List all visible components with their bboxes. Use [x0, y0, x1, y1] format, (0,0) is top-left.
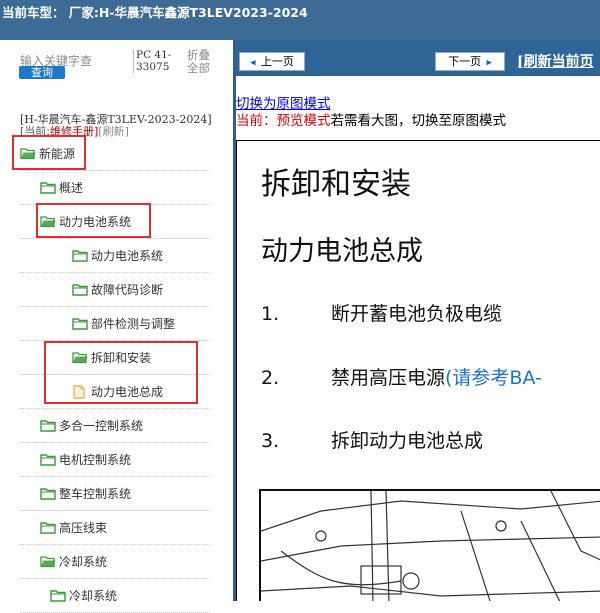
tree-item-label: 部件检测与调整 — [91, 317, 176, 331]
highlight-box-battery-system — [36, 203, 151, 238]
tree-item[interactable]: 概述 — [20, 171, 210, 205]
query-button[interactable]: 查询 — [19, 66, 65, 79]
step-reference-link[interactable]: (请参考BA- — [445, 367, 542, 389]
battery-removal-diagram — [259, 489, 600, 601]
manual-page-preview: 拆卸和安装 动力电池总成 1. 断开蓄电池负极电缆 2. 禁用高压电源(请参考BA-… — [236, 140, 600, 601]
folder-icon — [40, 453, 56, 466]
folder-icon — [40, 181, 56, 194]
tree-item[interactable]: 多合一控制系统 — [20, 409, 210, 443]
step-number: 2. — [261, 367, 280, 389]
tree-item-label: 整车控制系统 — [59, 487, 132, 501]
tree-item-label: 高压线束 — [59, 521, 108, 535]
mode-hint: 若需看大图，切换至原图模式 — [330, 113, 507, 129]
step-item: 2. 禁用高压电源(请参考BA- — [261, 363, 542, 390]
refresh-page-link[interactable]: [刷新当前页 — [517, 51, 594, 71]
current-vehicle-title: 当前车型： 厂家:H-华晨汽车鑫源T3LEV2023-2024 — [2, 5, 308, 20]
step-text: 禁用高压电源 — [331, 367, 446, 389]
tree-item[interactable]: 动力电池系统 — [20, 239, 210, 273]
mode-name: 预览模式 — [276, 113, 331, 129]
page-nav-bar: ◀ 上一页 下一页 ▶ [刷新当前页 — [236, 40, 600, 76]
prev-arrow-icon: ◀ — [250, 58, 261, 68]
tree-item[interactable]: 冷却系统 — [20, 545, 210, 579]
doc-title: 拆卸和安装 — [261, 167, 411, 202]
step-item: 3. 拆卸动力电池总成 — [261, 426, 483, 453]
tree-item[interactable]: 高压线束 — [20, 511, 210, 545]
next-page-label: 下一页 — [448, 55, 482, 68]
folder-icon — [72, 249, 88, 262]
prev-page-button[interactable]: ◀ 上一页 — [239, 52, 305, 71]
collapse-all-button[interactable]: 折叠全部 — [187, 49, 217, 75]
tree-item[interactable]: 部件检测与调整 — [20, 307, 210, 341]
tree-item-label: 概述 — [59, 181, 84, 195]
next-page-button[interactable]: 下一页 ▶ — [435, 52, 505, 71]
step-number: 1. — [261, 303, 280, 325]
folder-open-icon — [40, 555, 56, 568]
folder-icon — [40, 419, 56, 432]
tree-item-label: 多合一控制系统 — [59, 419, 144, 433]
tree-item-label: 动力电池系统 — [91, 249, 164, 263]
tree-item[interactable]: 整车控制系统 — [20, 477, 210, 511]
folder-icon — [50, 589, 66, 602]
folder-icon — [40, 487, 56, 500]
tree-item[interactable]: 电机控制系统 — [20, 443, 210, 477]
diagram-illustration — [261, 491, 600, 601]
highlight-box-new-energy — [12, 135, 86, 170]
content-pane: ◀ 上一页 下一页 ▶ [刷新当前页 切换为原图模式 当前：预览模式若需看大图，… — [236, 40, 600, 601]
tree-item[interactable]: 故障代码诊断 — [20, 273, 210, 307]
folder-icon — [40, 521, 56, 534]
tree-item-label: 冷却系统 — [59, 555, 108, 569]
tree-item-label: 电机控制系统 — [59, 453, 132, 467]
next-arrow-icon: ▶ — [481, 58, 492, 68]
tree-item-label: 冷却系统 — [69, 589, 118, 603]
prev-page-label: 上一页 — [260, 55, 294, 68]
step-text: 断开蓄电池负极电缆 — [331, 303, 503, 325]
mode-prefix: 当前： — [236, 113, 277, 129]
folder-icon — [72, 283, 88, 296]
mode-status-line: 当前：预览模式若需看大图，切换至原图模式 — [236, 109, 506, 129]
pc-code-label: PC 41-33075 — [133, 49, 176, 73]
step-item: 1. 断开蓄电池负极电缆 — [261, 299, 502, 326]
tree-item-label: 故障代码诊断 — [91, 283, 164, 297]
header-bar: 当前车型： 厂家:H-华晨汽车鑫源T3LEV2023-2024 — [0, 0, 600, 40]
doc-subtitle: 动力电池总成 — [261, 236, 423, 267]
folder-icon — [72, 317, 88, 330]
step-text: 拆卸动力电池总成 — [331, 430, 484, 452]
highlight-box-removal — [44, 341, 198, 404]
tree-item[interactable]: 冷却系统 — [20, 579, 210, 613]
step-number: 3. — [261, 430, 280, 452]
